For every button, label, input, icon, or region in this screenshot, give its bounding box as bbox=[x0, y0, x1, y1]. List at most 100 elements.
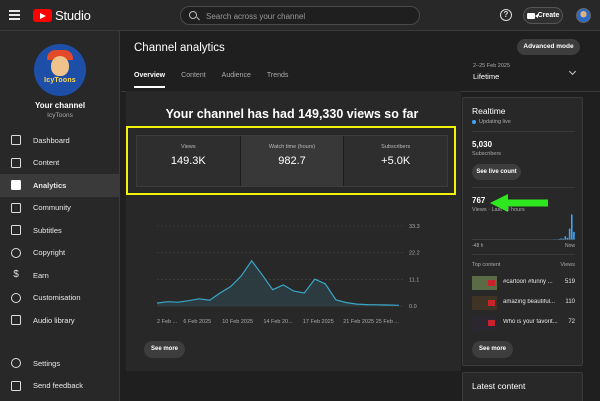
stat-label: Views bbox=[181, 144, 196, 150]
account-avatar[interactable] bbox=[576, 8, 591, 23]
top-content-row[interactable]: amazing beautiful... 110 bbox=[472, 296, 575, 311]
video-title: amazing beautiful... bbox=[503, 299, 556, 305]
sidebar-item-copyright[interactable]: Copyright bbox=[0, 242, 120, 265]
realtime-views-bars[interactable] bbox=[472, 214, 575, 240]
sidebar-item-label: Dashboard bbox=[33, 135, 70, 145]
subtitles-icon bbox=[11, 225, 21, 236]
sidebar-item-content[interactable]: Content bbox=[0, 152, 120, 175]
stat-subscribers[interactable]: Subscribers +5.0K bbox=[344, 136, 447, 186]
sidebar-item-customisation[interactable]: Customisation bbox=[0, 287, 120, 310]
sidebar-item-label: Send feedback bbox=[33, 381, 84, 391]
earn-icon: $ bbox=[13, 269, 19, 281]
sidebar-item-dashboard[interactable]: Dashboard bbox=[0, 129, 120, 152]
x-tick-label: 6 Feb 2025 bbox=[183, 319, 211, 325]
date-period-select[interactable]: Lifetime bbox=[473, 72, 499, 81]
video-thumbnail bbox=[472, 276, 497, 290]
realtime-bar bbox=[560, 238, 562, 240]
sidebar-nav: Dashboard Content Analytics Community Su… bbox=[0, 129, 120, 332]
studio-logo[interactable]: Studio bbox=[33, 8, 91, 23]
sidebar-item-send-feedback[interactable]: Send feedback bbox=[0, 375, 120, 398]
see-more-button[interactable]: See more bbox=[144, 341, 185, 358]
sidebar-item-label: Audio library bbox=[33, 315, 75, 325]
stat-views[interactable]: Views 149.3K bbox=[137, 136, 241, 186]
channel-avatar[interactable]: IcyToons bbox=[34, 44, 86, 96]
realtime-bar bbox=[558, 238, 560, 240]
hamburger-menu-icon[interactable] bbox=[9, 10, 20, 20]
stat-watch-time[interactable]: Watch time (hours) 982.7 bbox=[240, 136, 345, 186]
dashboard-icon bbox=[11, 135, 21, 146]
see-live-count-button[interactable]: See live count bbox=[472, 164, 521, 180]
updating-live-label: Updating live bbox=[479, 119, 511, 125]
create-button[interactable]: Create bbox=[523, 7, 563, 24]
top-content-row[interactable]: Who is your favorit... 72 bbox=[472, 316, 575, 331]
content-icon bbox=[11, 157, 21, 168]
views-column-label: Views bbox=[560, 262, 575, 268]
help-icon[interactable]: ? bbox=[500, 9, 512, 21]
tab-overview[interactable]: Overview bbox=[134, 72, 166, 88]
search-box[interactable] bbox=[180, 6, 420, 25]
video-title: #cartoon #funny ... bbox=[503, 279, 553, 285]
copyright-icon bbox=[11, 247, 21, 258]
live-dot-icon bbox=[472, 120, 476, 124]
realtime-bar bbox=[568, 228, 571, 240]
sidebar-item-community[interactable]: Community bbox=[0, 197, 120, 220]
realtime-axis-start: -48 h bbox=[472, 243, 484, 249]
stat-value: 982.7 bbox=[278, 155, 306, 167]
y-tick-label: 11.1 bbox=[409, 277, 419, 283]
y-tick-label: 33.3 bbox=[409, 224, 420, 230]
realtime-subscribers-label: Subscribers bbox=[472, 151, 502, 157]
chart-area bbox=[157, 260, 399, 306]
realtime-bar bbox=[573, 231, 575, 240]
settings-icon bbox=[11, 358, 21, 369]
views-chart[interactable]: 33.3 22.2 11.1 0.0 2 Feb ... 6 Feb 2025 10 Feb… bbox=[137, 216, 437, 336]
sidebar-item-settings[interactable]: Settings bbox=[0, 352, 120, 375]
feedback-icon bbox=[11, 380, 21, 391]
realtime-bar bbox=[571, 214, 573, 240]
top-content-row[interactable]: #cartoon #funny ... 519 bbox=[472, 276, 575, 291]
y-tick-label: 22.2 bbox=[409, 251, 420, 257]
x-tick-label: 21 Feb 2025 bbox=[343, 319, 374, 325]
page-title: Channel analytics bbox=[134, 42, 225, 54]
realtime-subscribers-value: 5,030 bbox=[472, 140, 493, 149]
top-content-header: Top content Views bbox=[472, 262, 575, 268]
date-range-text: 2–25 Feb 2025 bbox=[473, 63, 511, 69]
channel-name: IcyToons bbox=[47, 112, 73, 119]
create-label: Create bbox=[537, 12, 560, 19]
realtime-bar bbox=[566, 237, 569, 240]
video-camera-icon bbox=[526, 12, 538, 19]
tab-audience[interactable]: Audience bbox=[222, 72, 251, 88]
realtime-title: Realtime bbox=[472, 106, 506, 116]
sidebar: IcyToons Your channel IcyToons Dashboard… bbox=[0, 31, 120, 401]
sidebar-item-label: Subtitles bbox=[33, 225, 62, 235]
divider bbox=[472, 254, 575, 255]
sidebar-item-label: Analytics bbox=[33, 180, 67, 190]
x-tick-label: 17 Feb 2025 bbox=[303, 319, 334, 325]
search-input[interactable] bbox=[206, 10, 406, 22]
latest-content-title: Latest content bbox=[472, 381, 526, 391]
analytics-tabs: Overview Content Audience Trends bbox=[134, 72, 304, 88]
tab-trends[interactable]: Trends bbox=[267, 72, 289, 88]
views-headline: Your channel has had 149,330 views so fa… bbox=[165, 107, 419, 121]
advanced-mode-button[interactable]: Advanced mode bbox=[517, 39, 580, 55]
x-tick-label: 14 Feb 20... bbox=[263, 319, 293, 325]
divider bbox=[472, 187, 575, 188]
x-tick-label: 2 Feb ... bbox=[157, 319, 178, 325]
sidebar-item-label: Earn bbox=[33, 270, 49, 280]
search-icon bbox=[189, 11, 197, 19]
tab-content[interactable]: Content bbox=[181, 72, 206, 88]
x-tick-label: 10 Feb 2025 bbox=[222, 319, 253, 325]
sidebar-item-subtitles[interactable]: Subtitles bbox=[0, 219, 120, 242]
sidebar-item-analytics[interactable]: Analytics bbox=[0, 174, 120, 197]
chevron-down-icon[interactable] bbox=[568, 67, 577, 76]
stat-value: 149.3K bbox=[170, 155, 206, 167]
realtime-see-more-button[interactable]: See more bbox=[472, 341, 513, 358]
sidebar-item-label: Customisation bbox=[33, 293, 81, 303]
sidebar-item-earn[interactable]: $ Earn bbox=[0, 264, 120, 287]
sidebar-bottom-nav: Settings Send feedback bbox=[0, 352, 120, 397]
realtime-card: Realtime Updating live 5,030 Subscribers… bbox=[462, 97, 583, 366]
realtime-views-value: 767 bbox=[472, 196, 486, 205]
your-channel-label: Your channel bbox=[34, 101, 86, 110]
sidebar-item-label: Content bbox=[33, 158, 60, 168]
sidebar-item-audio-library[interactable]: Audio library bbox=[0, 309, 120, 332]
latest-content-card: Latest content bbox=[462, 372, 583, 401]
